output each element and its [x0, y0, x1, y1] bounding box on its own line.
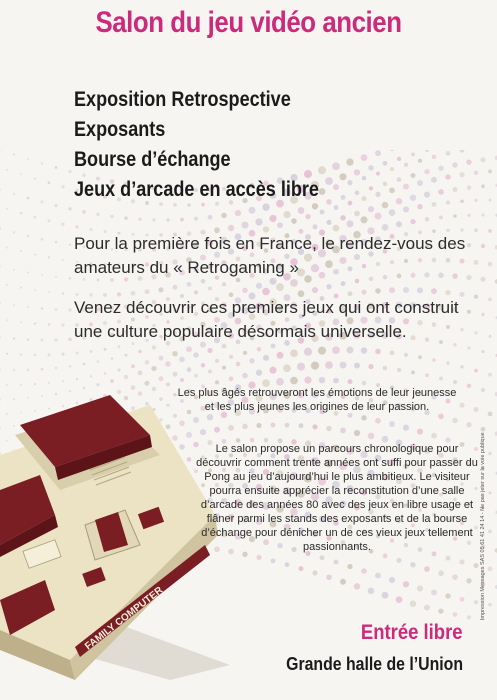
feature-item: Exposition Retrospective — [74, 88, 291, 111]
detail-paragraph-1: Les plus âgés retrouveront les émotions … — [177, 387, 457, 413]
feature-list: Exposition Retrospective Exposants Bours… — [74, 85, 359, 205]
page-title: Salon du jeu vidéo ancien — [95, 6, 402, 39]
venue-label: Grande halle de l’Union — [286, 654, 463, 674]
entry-label: Entrée libre — [361, 621, 463, 644]
feature-item: Bourse d’échange — [74, 148, 231, 171]
printer-note: Impression Messages SAS 05 61 41 24 14 -… — [480, 432, 486, 620]
feature-item: Jeux d’arcade en accès libre — [74, 178, 319, 201]
detail-paragraph-2: Le salon propose un parcours chronologiq… — [196, 443, 478, 553]
feature-item: Exposants — [74, 118, 166, 141]
intro-paragraph-2: Venez découvrir ces premiers jeux qui on… — [74, 298, 459, 341]
intro-paragraph: Pour la première fois en France, le rend… — [74, 234, 466, 277]
